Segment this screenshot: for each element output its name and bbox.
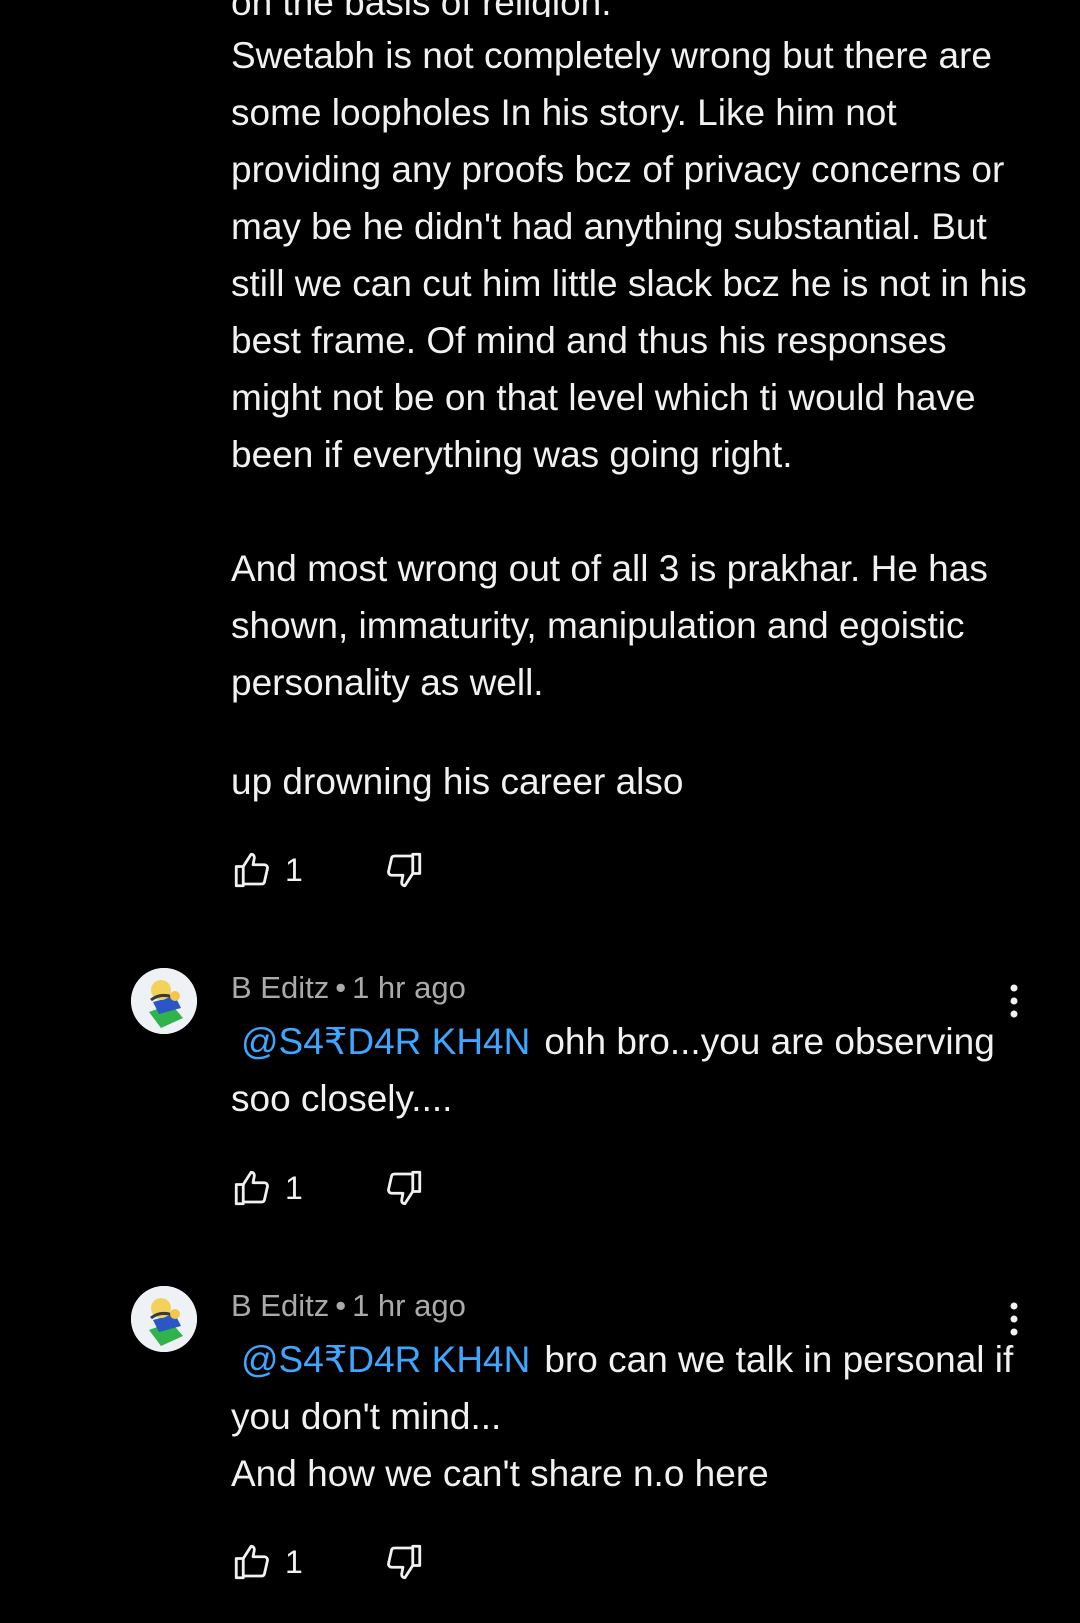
like-button[interactable]: 1 xyxy=(231,849,303,891)
dislike-button[interactable] xyxy=(383,849,425,891)
comment-actions: 1 xyxy=(231,846,425,894)
mention-link[interactable]: @S4₹D4R KH4N xyxy=(241,1021,530,1062)
like-count: 1 xyxy=(285,1543,303,1580)
like-button[interactable]: 1 xyxy=(231,1541,303,1583)
dislike-button[interactable] xyxy=(383,1167,425,1209)
avatar-image xyxy=(131,1286,197,1352)
thumbs-up-icon xyxy=(234,1544,269,1580)
thumbs-up-icon xyxy=(234,1170,269,1206)
author-name[interactable]: B Editz xyxy=(231,970,329,1005)
avatar[interactable] xyxy=(131,968,197,1034)
author-name[interactable]: B Editz xyxy=(231,1288,329,1323)
separator-dot: • xyxy=(335,1288,347,1323)
reply-actions: 1 xyxy=(231,1164,425,1212)
comment-paragraph: Swetabh is not completely wrong but ther… xyxy=(231,35,1027,475)
like-button[interactable]: 1 xyxy=(231,1167,303,1209)
comment-clipped-line: on the basis of religion. xyxy=(231,0,612,17)
reply-actions: 1 xyxy=(231,1538,425,1586)
clipped-text-line: on the basis of religion. xyxy=(0,0,1080,17)
thumbs-down-icon xyxy=(386,852,421,888)
reply-meta: B Editz • 1 hr ago xyxy=(231,1288,466,1324)
paragraph-spacer xyxy=(231,483,1031,540)
timestamp: 1 hr ago xyxy=(352,1288,466,1323)
separator-dot: • xyxy=(335,970,347,1005)
like-count: 1 xyxy=(285,851,303,888)
comment-overlap-line: up drowning his career also xyxy=(231,761,684,802)
thumbs-down-icon xyxy=(386,1170,421,1206)
thumbs-up-icon xyxy=(234,852,269,888)
reply-meta: B Editz • 1 hr ago xyxy=(231,970,466,1006)
reply-body: @S4₹D4R KH4N ohh bro...you are observing … xyxy=(231,1013,1051,1127)
thumbs-down-icon xyxy=(386,1544,421,1580)
timestamp: 1 hr ago xyxy=(352,970,466,1005)
reply-text-line: And how we can't share n.o here xyxy=(231,1453,769,1494)
like-count: 1 xyxy=(285,1169,303,1206)
mention-link[interactable]: @S4₹D4R KH4N xyxy=(241,1339,530,1380)
avatar-image xyxy=(131,968,197,1034)
comment-body: Swetabh is not completely wrong but ther… xyxy=(231,27,1031,711)
dislike-button[interactable] xyxy=(383,1541,425,1583)
reply-body: @S4₹D4R KH4N bro can we talk in personal … xyxy=(231,1331,1051,1502)
avatar[interactable] xyxy=(131,1286,197,1352)
comment-paragraph: And most wrong out of all 3 is prakhar. … xyxy=(231,548,988,703)
